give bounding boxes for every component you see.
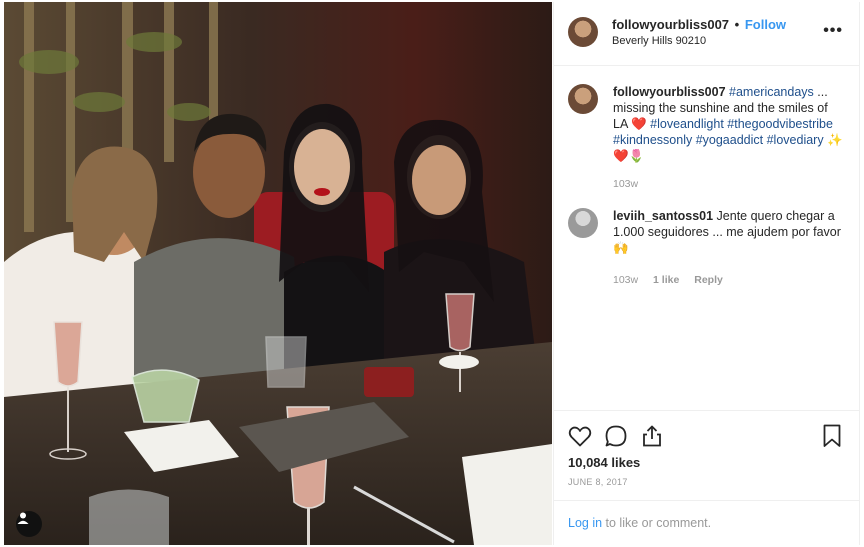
comments-list: followyourbliss007 #americandays ... mis…: [554, 66, 859, 406]
hashtag-link[interactable]: #loveandlight: [650, 117, 724, 131]
comment-item: leviih_santoss01 Jente quero chegar a 1.…: [554, 190, 859, 290]
caption-meta: 103w: [613, 178, 650, 190]
author-avatar[interactable]: [568, 84, 598, 114]
caption-text: followyourbliss007 #americandays ... mis…: [613, 84, 845, 164]
author-username[interactable]: followyourbliss007: [612, 17, 729, 32]
caption-comment: followyourbliss007 #americandays ... mis…: [554, 66, 859, 198]
comment-meta: 103w 1 like Reply: [613, 274, 735, 286]
hashtag-link[interactable]: #thegoodvibestribe: [727, 117, 833, 131]
heart-icon[interactable]: [567, 423, 593, 449]
like-count[interactable]: 10,084 likes: [568, 455, 640, 470]
login-rest: to like or comment.: [602, 516, 712, 530]
user-tag-icon[interactable]: [16, 511, 42, 537]
author-avatar[interactable]: [568, 17, 598, 47]
caption-username[interactable]: followyourbliss007: [613, 85, 726, 99]
post-date[interactable]: JUNE 8, 2017: [568, 477, 628, 487]
author-line: followyourbliss007 • Follow: [612, 17, 786, 32]
follow-button[interactable]: Follow: [745, 17, 786, 32]
instagram-post-embed: followyourbliss007 • Follow Beverly Hill…: [0, 0, 864, 547]
post-location[interactable]: Beverly Hills 90210: [612, 35, 706, 47]
share-icon[interactable]: [639, 423, 665, 449]
login-prompt: Log in to like or comment.: [554, 500, 859, 545]
login-text: Log in to like or comment.: [568, 516, 711, 530]
separator-dot: •: [734, 17, 740, 32]
login-link[interactable]: Log in: [568, 516, 602, 530]
caption-age[interactable]: 103w: [613, 178, 638, 190]
hashtag-link[interactable]: #americandays: [729, 85, 814, 99]
commenter-avatar[interactable]: [568, 208, 598, 238]
comment-like-count[interactable]: 1 like: [653, 274, 679, 286]
hashtag-link[interactable]: #lovediary: [767, 133, 824, 147]
more-options-icon[interactable]: •••: [823, 22, 843, 40]
reply-button[interactable]: Reply: [694, 274, 723, 286]
photo-illustration: [4, 2, 552, 545]
hashtag-link[interactable]: #yogaaddict: [696, 133, 763, 147]
post-actions: 10,084 likes JUNE 8, 2017: [554, 410, 859, 510]
heart-emoji: ❤️: [631, 117, 647, 131]
comment-age[interactable]: 103w: [613, 274, 638, 286]
post-header: followyourbliss007 • Follow Beverly Hill…: [554, 2, 859, 66]
post-photo[interactable]: [4, 2, 552, 545]
comment-bubble-icon[interactable]: [603, 423, 629, 449]
bookmark-icon[interactable]: [819, 423, 845, 449]
action-icons: [567, 423, 665, 449]
post-side-panel: followyourbliss007 • Follow Beverly Hill…: [553, 2, 860, 545]
comment-text: leviih_santoss01 Jente quero chegar a 1.…: [613, 208, 845, 256]
comment-username[interactable]: leviih_santoss01: [613, 209, 713, 223]
hashtag-link[interactable]: #kindnessonly: [613, 133, 692, 147]
